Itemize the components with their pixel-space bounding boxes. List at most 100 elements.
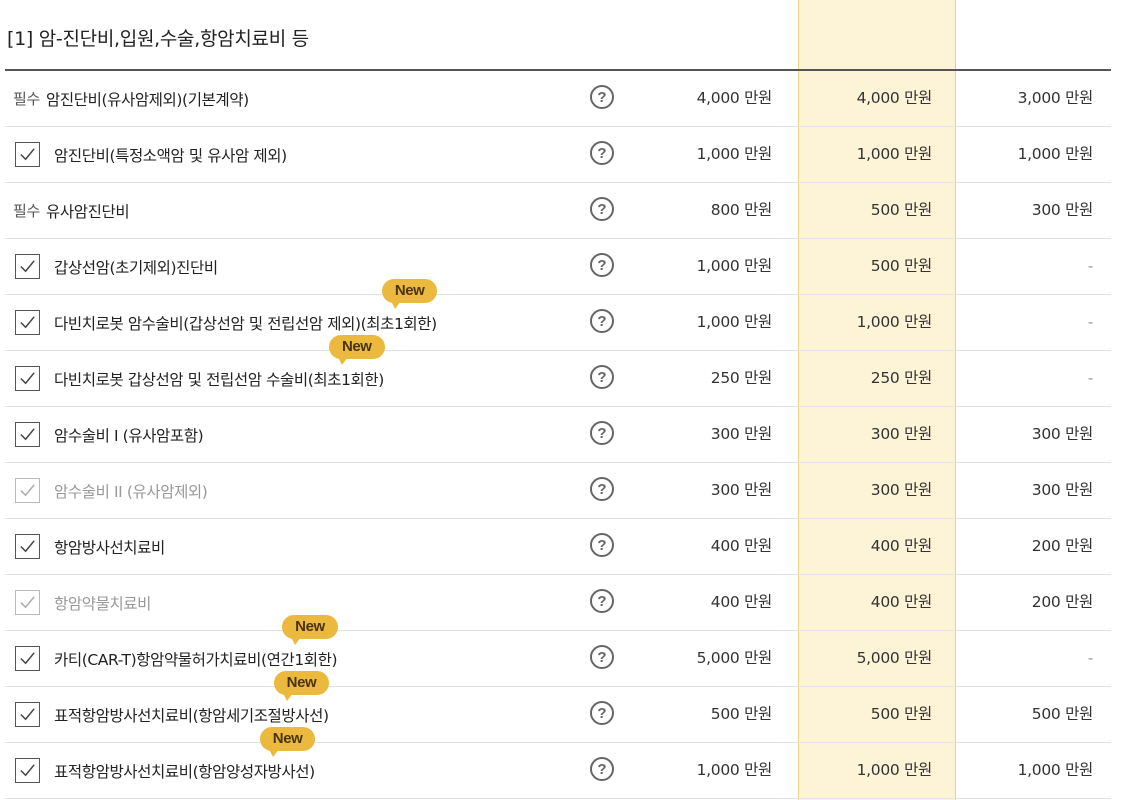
plan2-amount: 4,000 만원	[856, 89, 933, 107]
check-icon	[20, 372, 35, 385]
check-icon	[20, 652, 35, 665]
plan3-amount: -	[1087, 313, 1094, 331]
plan3-amount: 300 만원	[1031, 425, 1094, 443]
new-badge: New	[328, 334, 385, 365]
new-badge: New	[259, 726, 316, 757]
table-row: 갑상선암(초기제외)진단비? 1,000 만원 500 만원 -	[5, 239, 1111, 295]
plan3-amount: -	[1087, 649, 1094, 667]
plan1-amount: 800 만원	[710, 201, 773, 219]
table-row: 다빈치로봇 갑상선암 및 전립선암 수술비(최초1회한) New? 250 만원 25…	[5, 334, 1111, 407]
coverage-label: 필수 유사암진단비	[13, 183, 130, 238]
check-icon	[20, 428, 35, 441]
coverage-checkbox[interactable]	[15, 646, 40, 671]
help-icon[interactable]: ?	[590, 421, 614, 445]
coverage-name: 표적항암방사선치료비(항암세기조절방사선) New	[54, 670, 330, 726]
coverage-label: 필수 암진단비(유사암제외)(기본계약)	[13, 71, 249, 126]
help-icon[interactable]: ?	[590, 533, 614, 557]
help-icon[interactable]: ?	[590, 645, 614, 669]
help-icon[interactable]: ?	[590, 365, 614, 389]
plan1-amount: 1,000 만원	[696, 761, 773, 779]
plan1-amount: 300 만원	[710, 481, 773, 499]
table-row: 다빈치로봇 암수술비(갑상선암 및 전립선암 제외)(최초1회한) New? 1,0…	[5, 278, 1111, 351]
plan3-amount: -	[1087, 257, 1094, 275]
table-row: 항암약물치료비? 400 만원 400 만원 200 만원	[5, 575, 1111, 631]
coverage-checkbox[interactable]	[15, 478, 40, 503]
check-icon	[20, 764, 35, 777]
section-title: [1] 암-진단비,입원,수술,항암치료비 등	[7, 28, 309, 50]
plan1-amount: 1,000 만원	[696, 257, 773, 275]
coverage-table: 필수 암진단비(유사암제외)(기본계약)? 4,000 만원 4,000 만원 3,00…	[5, 71, 1111, 799]
coverage-name: 다빈치로봇 암수술비(갑상선암 및 전립선암 제외)(최초1회한) New	[54, 278, 438, 334]
help-icon[interactable]: ?	[590, 253, 614, 277]
plan2-amount: 5,000 만원	[856, 649, 933, 667]
coverage-name: 암진단비(유사암제외)(기본계약)	[46, 90, 249, 109]
plan1-amount: 400 만원	[710, 593, 773, 611]
table-row: 암수술비 II (유사암제외)? 300 만원 300 만원 300 만원	[5, 463, 1111, 519]
plan2-amount: 500 만원	[870, 257, 933, 275]
coverage-label: 암진단비(특정소액암 및 유사암 제외)	[13, 127, 287, 182]
plan2-amount: 1,000 만원	[856, 313, 933, 331]
check-icon	[20, 484, 35, 497]
coverage-name: 갑상선암(초기제외)진단비	[54, 258, 218, 277]
coverage-checkbox[interactable]	[15, 142, 40, 167]
help-icon[interactable]: ?	[590, 141, 614, 165]
table-row: 암진단비(특정소액암 및 유사암 제외)? 1,000 만원 1,000 만원 1,0…	[5, 127, 1111, 183]
coverage-checkbox[interactable]	[15, 422, 40, 447]
table-row: 카티(CAR-T)항암약물허가치료비(연간1회한) New? 5,000 만원 5,0…	[5, 614, 1111, 687]
new-badge: New	[282, 614, 338, 645]
coverage-checkbox[interactable]	[15, 366, 40, 391]
table-row: 암수술비 I (유사암포함)? 300 만원 300 만원 300 만원	[5, 407, 1111, 463]
coverage-name: 카티(CAR-T)항암약물허가치료비(연간1회한) New	[54, 614, 338, 670]
new-badge: New	[381, 278, 438, 309]
coverage-checkbox[interactable]	[15, 254, 40, 279]
coverage-checkbox[interactable]	[15, 758, 40, 783]
coverage-checkbox[interactable]	[15, 590, 40, 615]
coverage-name: 항암약물치료비	[54, 594, 152, 613]
required-tag: 필수	[13, 202, 41, 220]
check-icon	[20, 540, 35, 553]
coverage-label: 암수술비 II (유사암제외)	[13, 463, 208, 518]
plan3-amount: 1,000 만원	[1017, 145, 1094, 163]
help-icon[interactable]: ?	[590, 701, 614, 725]
coverage-name: 암수술비 I (유사암포함)	[54, 426, 204, 445]
coverage-label: 항암방사선치료비	[13, 519, 165, 574]
help-icon[interactable]: ?	[590, 197, 614, 221]
new-badge: New	[273, 670, 330, 701]
plan3-amount: 300 만원	[1031, 201, 1094, 219]
check-icon	[20, 316, 35, 329]
plan1-amount: 1,000 만원	[696, 313, 773, 331]
table-row: 필수 유사암진단비? 800 만원 500 만원 300 만원	[5, 183, 1111, 239]
coverage-checkbox[interactable]	[15, 534, 40, 559]
plan2-amount: 500 만원	[870, 201, 933, 219]
plan1-amount: 4,000 만원	[696, 89, 773, 107]
help-icon[interactable]: ?	[590, 477, 614, 501]
coverage-name: 표적항암방사선치료비(항암양성자방사선) New	[54, 726, 316, 782]
plan3-amount: 300 만원	[1031, 481, 1094, 499]
plan2-amount: 300 만원	[870, 481, 933, 499]
table-row: 항암방사선치료비? 400 만원 400 만원 200 만원	[5, 519, 1111, 575]
check-icon	[20, 596, 35, 609]
help-icon[interactable]: ?	[590, 85, 614, 109]
plan2-amount: 1,000 만원	[856, 145, 933, 163]
plan3-amount: -	[1087, 369, 1094, 387]
required-tag: 필수	[13, 90, 41, 108]
plan2-amount: 400 만원	[870, 593, 933, 611]
coverage-checkbox[interactable]	[15, 310, 40, 335]
help-icon[interactable]: ?	[590, 309, 614, 333]
coverage-checkbox[interactable]	[15, 702, 40, 727]
plan1-amount: 300 만원	[710, 425, 773, 443]
check-icon	[20, 148, 35, 161]
help-icon[interactable]: ?	[590, 589, 614, 613]
plan2-amount: 400 만원	[870, 537, 933, 555]
plan3-amount: 200 만원	[1031, 537, 1094, 555]
help-icon[interactable]: ?	[590, 757, 614, 781]
check-icon	[20, 708, 35, 721]
plan3-amount: 3,000 만원	[1017, 89, 1094, 107]
coverage-label: 표적항암방사선치료비(항암양성자방사선) New	[13, 726, 316, 798]
plan2-amount: 250 만원	[870, 369, 933, 387]
table-row: 필수 암진단비(유사암제외)(기본계약)? 4,000 만원 4,000 만원 3,00…	[5, 71, 1111, 127]
plan2-amount: 500 만원	[870, 705, 933, 723]
plan2-amount: 1,000 만원	[856, 761, 933, 779]
plan3-amount: 500 만원	[1031, 705, 1094, 723]
coverage-label: 암수술비 I (유사암포함)	[13, 407, 204, 462]
